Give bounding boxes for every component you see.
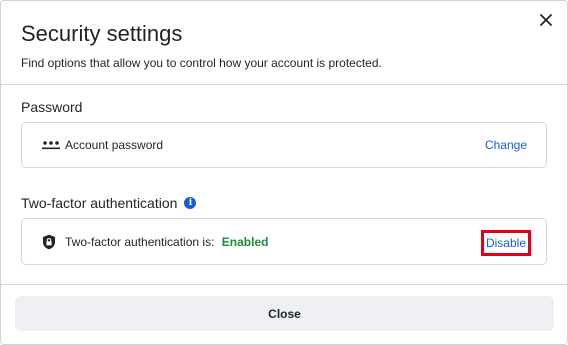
- two-factor-section-label: Two-factor authentication i: [21, 194, 197, 212]
- security-settings-dialog: Security settings Find options that allo…: [0, 0, 568, 345]
- account-password-label: Account password: [65, 138, 164, 152]
- change-password-link[interactable]: Change: [485, 137, 527, 153]
- info-icon[interactable]: i: [184, 197, 197, 209]
- two-factor-status-badge: Enabled: [221, 234, 269, 249]
- password-card: Account password Change: [21, 122, 547, 168]
- two-factor-card: Two-factor authentication is: Enabled Di…: [21, 218, 547, 265]
- password-section-title: Password: [21, 99, 83, 115]
- password-section-label: Password: [21, 98, 82, 116]
- shield-lock-icon: [42, 234, 56, 250]
- header-divider: [1, 84, 567, 85]
- disable-two-factor-link[interactable]: Disable: [480, 230, 531, 256]
- footer-divider: [1, 284, 567, 285]
- password-dots-icon: [42, 140, 60, 150]
- two-factor-status-label: Two-factor authentication is:: [65, 234, 215, 249]
- two-factor-section-title: Two-factor authentication: [21, 195, 178, 211]
- dialog-title: Security settings: [21, 21, 183, 46]
- two-factor-status-text: Two-factor authentication is: Enabled: [65, 234, 268, 250]
- close-icon[interactable]: [535, 9, 557, 31]
- close-button[interactable]: Close: [15, 296, 554, 331]
- dialog-subtitle: Find options that allow you to control h…: [21, 56, 382, 70]
